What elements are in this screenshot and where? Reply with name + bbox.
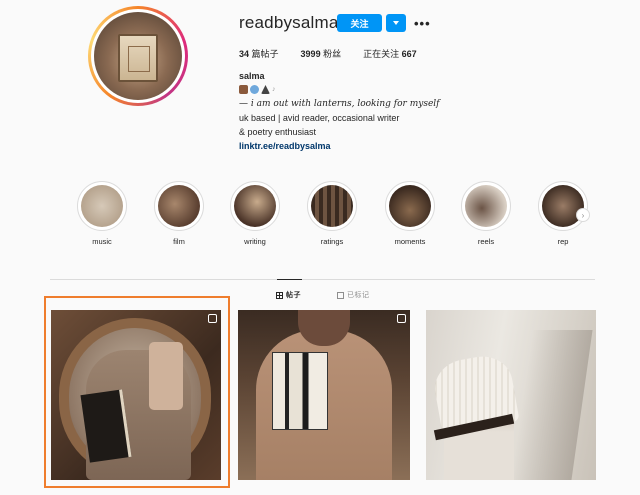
posts-stat-label: 篇帖子 bbox=[251, 49, 279, 59]
bio-line: & poetry enthusiast bbox=[239, 127, 317, 137]
highlight-label: reels bbox=[477, 237, 495, 246]
followers-stat[interactable]: 3999 粉丝 bbox=[301, 47, 342, 60]
highlight-ring bbox=[385, 181, 435, 231]
tab-divider bbox=[50, 279, 595, 280]
following-stat[interactable]: 正在关注 667 bbox=[363, 47, 417, 60]
highlight-ratings[interactable]: ratings bbox=[306, 181, 358, 246]
highlight-cover bbox=[81, 185, 123, 227]
bio-line: uk based | avid reader, occasional write… bbox=[239, 113, 400, 123]
posts-count: 34 bbox=[239, 49, 250, 59]
highlight-writing[interactable]: writing bbox=[229, 181, 281, 246]
emoji-icon bbox=[239, 85, 248, 94]
highlight-moments[interactable]: moments bbox=[384, 181, 436, 246]
highlight-label: moments bbox=[394, 237, 426, 246]
following-stat-label: 正在关注 bbox=[363, 49, 400, 59]
post-image-books bbox=[272, 352, 328, 430]
tagged-icon bbox=[337, 291, 344, 299]
highlight-cover bbox=[389, 185, 431, 227]
grid-icon bbox=[276, 291, 283, 299]
posts-stat: 34 篇帖子 bbox=[239, 47, 279, 60]
highlight-cover bbox=[158, 185, 200, 227]
highlight-ring bbox=[77, 181, 127, 231]
selection-highlight bbox=[44, 296, 230, 488]
highlight-ring bbox=[538, 181, 588, 231]
following-count: 667 bbox=[401, 49, 417, 59]
highlight-ring bbox=[461, 181, 511, 231]
avatar-border bbox=[91, 9, 185, 103]
profile-username: readbysalma bbox=[239, 13, 339, 32]
suggested-dropdown-button[interactable] bbox=[386, 14, 406, 32]
tab-posts-label: 帖子 bbox=[286, 292, 301, 299]
highlight-label: rep bbox=[557, 237, 569, 246]
follow-button[interactable]: 关注 bbox=[337, 14, 382, 32]
story-highlights: music film writing ratings moments reels bbox=[76, 181, 596, 251]
post-thumbnail[interactable] bbox=[426, 310, 596, 480]
followers-count: 3999 bbox=[300, 49, 321, 59]
highlight-cover bbox=[234, 185, 276, 227]
active-tab-indicator bbox=[277, 279, 302, 280]
highlight-cover bbox=[311, 185, 353, 227]
emoji-icon bbox=[250, 85, 259, 94]
highlight-cover bbox=[465, 185, 507, 227]
highlight-ring bbox=[154, 181, 204, 231]
highlight-music[interactable]: music bbox=[76, 181, 128, 246]
highlight-reels[interactable]: reels bbox=[460, 181, 512, 246]
bio-link[interactable]: linktr.ee/readbysalma bbox=[239, 141, 331, 151]
highlight-label: music bbox=[92, 237, 112, 246]
avatar-book-graphic bbox=[118, 34, 158, 82]
highlight-label: film bbox=[173, 237, 185, 246]
profile-stats: 34 篇帖子 3999 粉丝 正在关注 667 bbox=[239, 47, 439, 60]
highlight-ring bbox=[307, 181, 357, 231]
profile-avatar[interactable] bbox=[88, 6, 188, 106]
emoji-icon: ♪ bbox=[272, 86, 276, 93]
followers-stat-label: 粉丝 bbox=[323, 49, 342, 59]
emoji-icon bbox=[261, 85, 270, 94]
chevron-right-icon[interactable]: › bbox=[576, 208, 590, 222]
bio-display-name: salma bbox=[239, 71, 265, 81]
chevron-down-icon bbox=[393, 21, 399, 25]
highlight-label: writing bbox=[244, 237, 266, 246]
bio-quote: — i am out with lanterns, looking for my… bbox=[239, 99, 440, 109]
tab-tagged[interactable]: 已标记 bbox=[337, 290, 370, 300]
highlight-label: ratings bbox=[320, 237, 344, 246]
highlight-ring bbox=[230, 181, 280, 231]
tab-tagged-label: 已标记 bbox=[347, 292, 370, 299]
avatar-photo bbox=[94, 12, 182, 100]
bio-emoji-row: ♪ bbox=[239, 85, 276, 94]
more-options-icon[interactable]: ••• bbox=[414, 16, 431, 31]
tab-posts[interactable]: 帖子 bbox=[276, 290, 301, 300]
post-thumbnail[interactable] bbox=[238, 310, 410, 480]
carousel-icon bbox=[397, 314, 406, 323]
highlight-film[interactable]: film bbox=[153, 181, 205, 246]
highlight-cover bbox=[542, 185, 584, 227]
